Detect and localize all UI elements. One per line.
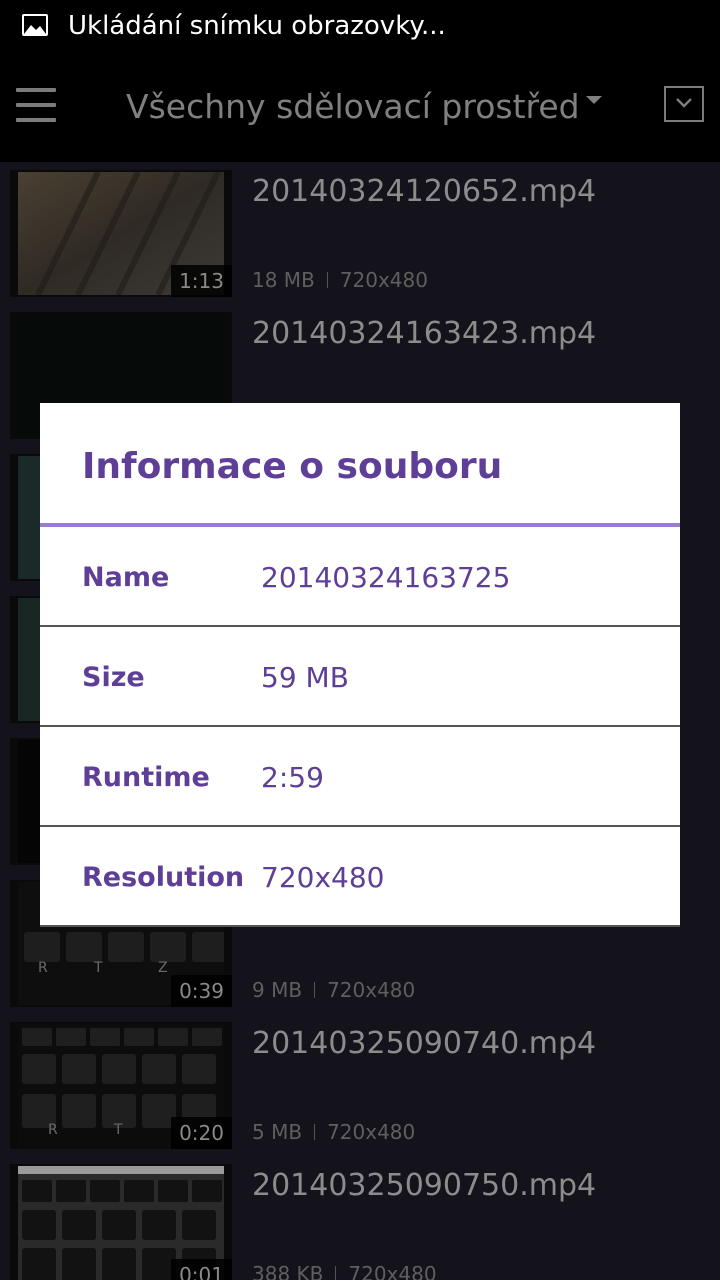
duration-badge: 0:39	[171, 975, 232, 1007]
info-row-resolution: Resolution 720x480	[40, 827, 680, 927]
info-value: 20140324163725	[261, 561, 511, 594]
video-filename: 20140325090740.mp4	[252, 1026, 597, 1061]
list-item[interactable]: 1:13 20140324120652.mp4 18 MB 720x480	[0, 162, 720, 304]
video-filename: 20140324120652.mp4	[252, 174, 597, 209]
list-item[interactable]: R T 0:20 20140325090740.mp4 5 MB 720x480	[0, 1014, 720, 1156]
meta-separator	[326, 272, 328, 288]
image-icon	[22, 14, 48, 36]
video-filename: 20140325090750.mp4	[252, 1168, 597, 1203]
svg-text:Z: Z	[158, 960, 168, 976]
app-bar: Všechny sdělovací prostřed	[0, 52, 720, 162]
video-thumbnail: 0:01	[10, 1164, 232, 1280]
duration-badge: 1:13	[171, 265, 232, 297]
duration-badge: 0:20	[171, 1117, 232, 1149]
list-item[interactable]: 0:01 20140325090750.mp4 388 KB 720x480	[0, 1156, 720, 1280]
video-size: 388 KB	[252, 1262, 324, 1280]
chevron-down-box-icon[interactable]	[664, 86, 704, 122]
svg-text:T: T	[113, 1122, 123, 1138]
video-thumbnail: R T 0:20	[10, 1022, 232, 1149]
video-resolution: 720x480	[348, 1262, 437, 1280]
status-bar: Ukládání snímku obrazovky...	[0, 0, 720, 52]
media-filter-dropdown[interactable]: Všechny sdělovací prostřed	[126, 84, 602, 128]
info-value: 59 MB	[261, 661, 349, 694]
info-label: Name	[82, 562, 170, 593]
info-value: 2:59	[261, 761, 324, 794]
file-info-dialog: Informace o souboru Name 20140324163725 …	[40, 403, 680, 927]
video-resolution: 720x480	[327, 978, 416, 1002]
video-size: 18 MB	[252, 268, 315, 292]
dialog-title: Informace o souboru	[82, 446, 503, 487]
duration-badge: 0:01	[171, 1259, 232, 1280]
info-row-name: Name 20140324163725	[40, 527, 680, 627]
video-resolution: 720x480	[339, 268, 428, 292]
video-meta: 9 MB 720x480	[252, 976, 415, 1004]
info-label: Runtime	[82, 762, 210, 793]
info-label: Size	[82, 662, 145, 693]
video-meta: 18 MB 720x480	[252, 266, 428, 294]
info-label: Resolution	[82, 862, 245, 893]
video-meta: 5 MB 720x480	[252, 1118, 415, 1146]
video-meta: 388 KB 720x480	[252, 1260, 437, 1280]
video-resolution: 720x480	[327, 1120, 416, 1144]
meta-separator	[335, 1266, 337, 1280]
video-thumbnail: 1:13	[10, 170, 232, 297]
svg-text:R: R	[48, 1122, 58, 1138]
video-size: 9 MB	[252, 978, 303, 1002]
hamburger-menu-icon[interactable]	[16, 88, 56, 122]
video-filename: 20140324163423.mp4	[252, 316, 597, 351]
svg-text:R: R	[38, 960, 48, 976]
video-size: 5 MB	[252, 1120, 303, 1144]
caret-down-icon	[585, 96, 602, 104]
info-row-size: Size 59 MB	[40, 627, 680, 727]
meta-separator	[314, 1124, 316, 1140]
info-value: 720x480	[261, 861, 385, 894]
status-notification-text: Ukládání snímku obrazovky...	[68, 11, 446, 41]
info-row-runtime: Runtime 2:59	[40, 727, 680, 827]
svg-text:T: T	[93, 960, 103, 976]
app-title: Všechny sdělovací prostřed	[126, 86, 580, 126]
meta-separator	[314, 982, 316, 998]
